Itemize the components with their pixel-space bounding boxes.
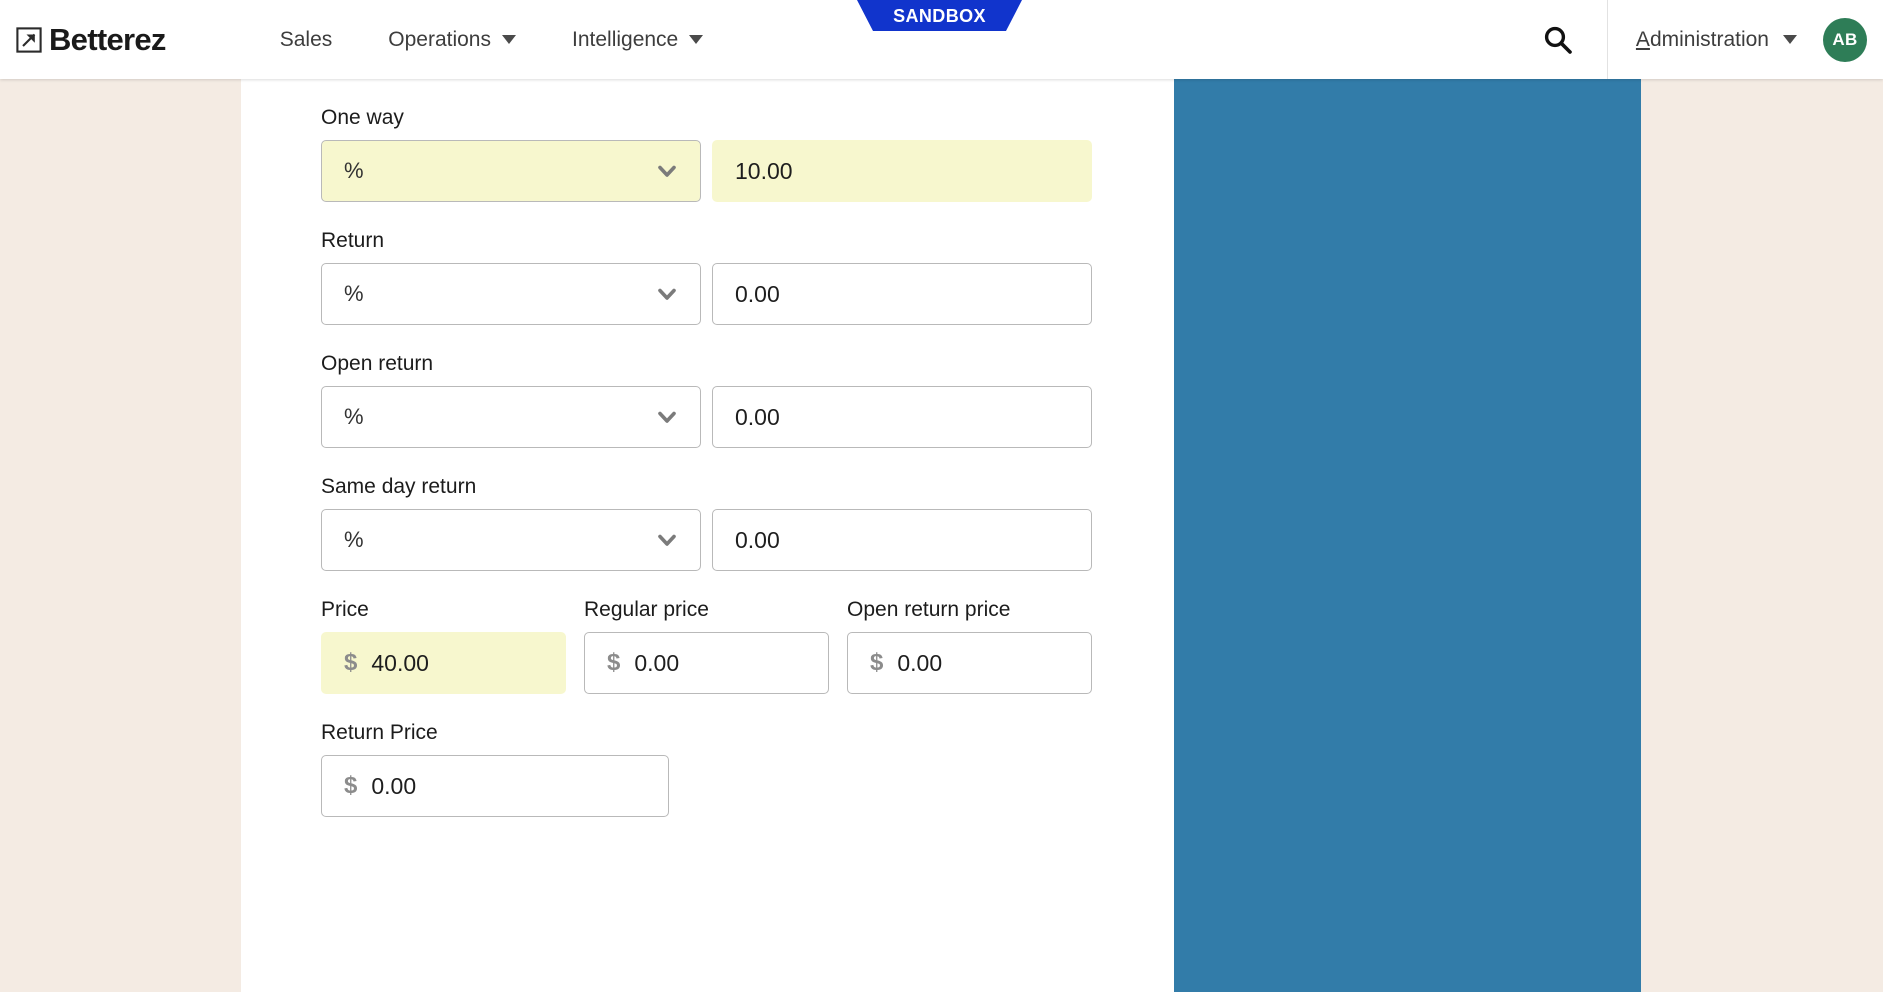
open-return-price-value: 0.00: [897, 649, 943, 676]
search-button[interactable]: [1508, 24, 1607, 55]
page-background: One way % 10.00 Return % 0.00 Open retur…: [0, 79, 1883, 992]
unit-select-same-day-return[interactable]: %: [321, 509, 701, 571]
field-group-return-price: Return Price $ 0.00: [321, 722, 1111, 817]
content-panel: One way % 10.00 Return % 0.00 Open retur…: [241, 79, 1174, 992]
field-group-regular-price: Regular price $ 0.00: [584, 599, 829, 694]
brand-logo[interactable]: Betterez: [16, 24, 166, 55]
unit-select-value: %: [344, 404, 364, 429]
field-label: Open return: [321, 352, 434, 375]
unit-select-value: %: [344, 527, 364, 552]
field-group-one-way: One way % 10.00: [321, 107, 1111, 202]
nav-right-cluster: Administration AB: [1508, 0, 1883, 79]
price-row: Price $ 40.00 Regular price $ 0.00 Open …: [321, 599, 1111, 694]
chevron-down-icon: [502, 35, 516, 44]
amount-value: 10.00: [735, 157, 793, 184]
unit-select-one-way[interactable]: %: [321, 140, 701, 202]
discount-pair: % 10.00: [321, 140, 1111, 202]
nav-item-label: Intelligence: [572, 28, 679, 51]
administration-menu[interactable]: Administration: [1608, 28, 1823, 52]
currency-symbol: $: [607, 649, 621, 676]
pricing-form: One way % 10.00 Return % 0.00 Open retur…: [321, 79, 1111, 817]
administration-accesskey: A: [1635, 27, 1650, 51]
regular-price-value: 0.00: [634, 649, 680, 676]
return-price-value: 0.00: [371, 772, 417, 799]
unit-select-open-return[interactable]: %: [321, 386, 701, 448]
discount-pair: % 0.00: [321, 509, 1111, 571]
nav-item-operations[interactable]: Operations: [360, 0, 544, 79]
search-icon: [1544, 26, 1572, 54]
unit-select-value: %: [344, 158, 364, 183]
nav-item-label: Operations: [388, 28, 491, 51]
unit-select-return[interactable]: %: [321, 263, 701, 325]
top-navigation-bar: Betterez Sales Operations Intelligence A…: [0, 0, 1883, 79]
administration-label-rest: dministration: [1649, 27, 1769, 51]
amount-value: 0.00: [735, 403, 780, 430]
field-label: Price: [321, 598, 369, 621]
discount-pair: % 0.00: [321, 386, 1111, 448]
price-input[interactable]: $ 40.00: [321, 632, 566, 694]
field-label: Return Price: [321, 721, 438, 744]
field-label: One way: [321, 106, 404, 129]
arrow-up-right-square-icon: [16, 26, 42, 53]
chevron-down-icon: [658, 534, 676, 546]
amount-input-same-day-return[interactable]: 0.00: [712, 509, 1092, 571]
brand-name: Betterez: [49, 22, 166, 57]
field-label: Return: [321, 229, 385, 252]
amount-value: 0.00: [735, 280, 780, 307]
chevron-down-icon: [658, 165, 676, 177]
avatar[interactable]: AB: [1823, 17, 1867, 62]
currency-symbol: $: [344, 772, 358, 799]
open-return-price-input[interactable]: $ 0.00: [847, 632, 1092, 694]
field-label: Same day return: [321, 475, 477, 498]
amount-value: 0.00: [735, 526, 780, 553]
unit-select-value: %: [344, 281, 364, 306]
amount-input-open-return[interactable]: 0.00: [712, 386, 1092, 448]
field-label: Open return price: [847, 598, 1011, 621]
chevron-down-icon: [658, 411, 676, 423]
main-nav-links: Sales Operations Intelligence: [252, 0, 732, 79]
field-group-price: Price $ 40.00: [321, 599, 566, 694]
currency-symbol: $: [870, 649, 884, 676]
field-group-same-day-return: Same day return % 0.00: [321, 476, 1111, 571]
nav-item-intelligence[interactable]: Intelligence: [544, 0, 731, 79]
field-label: Regular price: [584, 598, 709, 621]
amount-input-one-way[interactable]: 10.00: [712, 140, 1092, 202]
field-group-return: Return % 0.00: [321, 230, 1111, 325]
amount-input-return[interactable]: 0.00: [712, 263, 1092, 325]
side-panel: [1174, 79, 1641, 992]
currency-symbol: $: [344, 649, 358, 676]
return-price-input[interactable]: $ 0.00: [321, 755, 669, 817]
nav-item-sales[interactable]: Sales: [252, 0, 361, 79]
field-group-open-return-price: Open return price $ 0.00: [847, 599, 1092, 694]
price-value: 40.00: [371, 649, 429, 676]
administration-label: Administration: [1636, 28, 1769, 52]
nav-item-label: Sales: [279, 28, 333, 51]
regular-price-input[interactable]: $ 0.00: [584, 632, 829, 694]
chevron-down-icon: [689, 35, 704, 44]
field-group-open-return: Open return % 0.00: [321, 353, 1111, 448]
chevron-down-icon: [1783, 35, 1797, 44]
chevron-down-icon: [658, 288, 676, 300]
discount-pair: % 0.00: [321, 263, 1111, 325]
